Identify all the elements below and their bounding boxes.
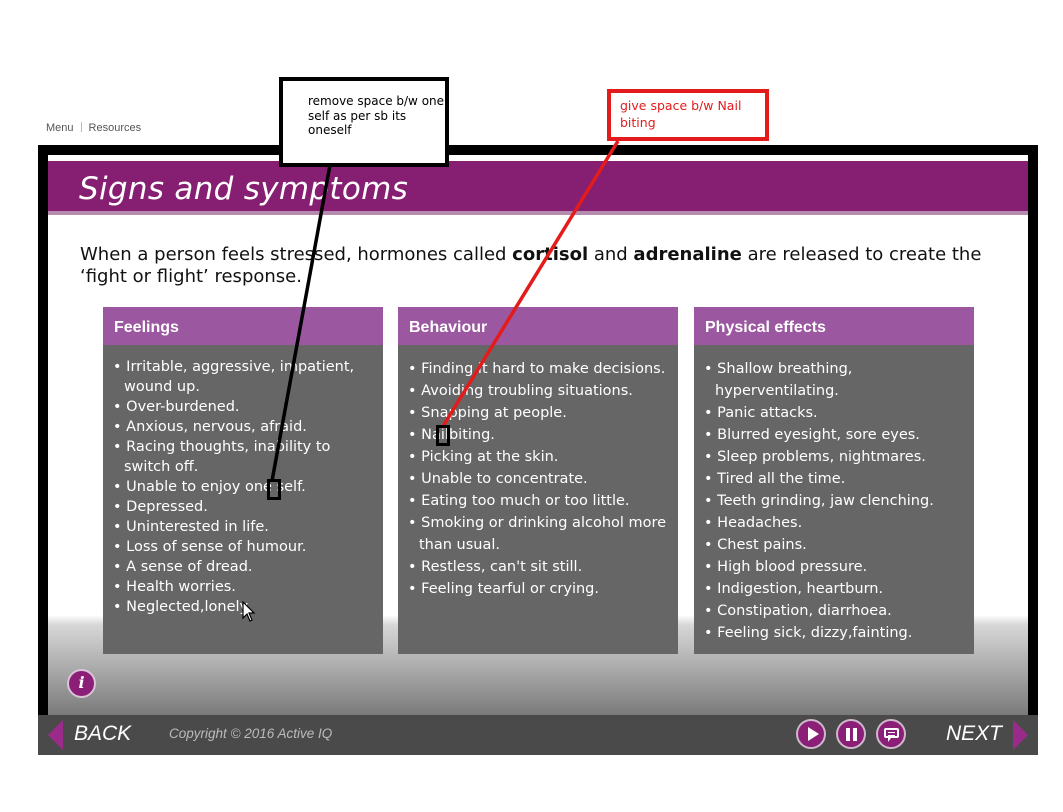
list-item: A sense of dread. [113,557,375,577]
top-nav: Menu Resources [46,122,141,134]
list-item: Snapping at people. [408,402,670,424]
list-item: Depressed. [113,497,375,517]
highlight-box-nailbiting [436,425,450,446]
list-item: Anxious, nervous, afraid. [113,417,375,437]
list-item: Eating too much or too little. [408,490,670,512]
list-item: Feeling sick, dizzy,fainting. [704,622,966,644]
list-item: Smoking or drinking alcohol more than us… [408,512,670,556]
adrenaline-term: adrenaline [633,244,742,265]
list-item: Teeth grinding, jaw clenching. [704,490,966,512]
list-item: Restless, can't sit still. [408,556,670,578]
list-item: Racing thoughts, inability to switch off… [113,437,375,477]
list-item: Shallow breathing, hyperventilating. [704,358,966,402]
behaviour-heading: Behaviour [398,307,678,345]
list-item: Panic attacks. [704,402,966,424]
list-item: Loss of sense of humour. [113,537,375,557]
back-arrow-icon[interactable] [48,720,63,750]
cortisol-term: cortisol [512,244,589,265]
physical-effects-heading: Physical effects [694,307,974,345]
list-item: Over-burdened. [113,397,375,417]
behaviour-panel: Behaviour Finding it hard to make decisi… [398,307,678,654]
list-item: Unable to enjoy one self. [113,477,375,497]
list-item: Health worries. [113,577,375,597]
next-arrow-icon[interactable] [1013,720,1028,750]
list-item: Unable to concentrate. [408,468,670,490]
list-item: Feeling tearful or crying. [408,578,670,600]
highlight-box-oneself [267,479,281,500]
physical-effects-list: Shallow breathing, hyperventilating.Pani… [694,345,974,644]
resources-link[interactable]: Resources [89,122,142,134]
list-item: Constipation, diarrhoea. [704,600,966,622]
intro-text: When a person feels stressed, hormones c… [80,244,982,287]
list-item: Finding it hard to make decisions. [408,358,670,380]
player-footer: BACK Copyright © 2016 Active IQ NEXT [38,715,1038,755]
list-item: Irritable, aggressive, impatient, wound … [113,357,375,397]
list-item: Uninterested in life. [113,517,375,537]
list-item: High blood pressure. [704,556,966,578]
play-icon[interactable] [796,719,826,749]
chat-bubble-icon [884,728,899,742]
list-item: Avoiding troubling situations. [408,380,670,402]
nav-divider [80,122,82,132]
feelings-list: Irritable, aggressive, impatient, wound … [103,345,383,617]
menu-link[interactable]: Menu [46,122,74,134]
list-item: Indigestion, heartburn. [704,578,966,600]
title-bar: Signs and symptoms [48,161,1028,215]
slide-stage: Signs and symptoms When a person feels s… [48,155,1028,715]
pause-icon[interactable] [836,719,866,749]
black-annotation-note: remove space b/w one self as per sb its … [279,77,449,167]
list-item: Headaches. [704,512,966,534]
list-item: Blurred eyesight, sore eyes. [704,424,966,446]
list-item: Sleep problems, nightmares. [704,446,966,468]
behaviour-list: Finding it hard to make decisions.Avoidi… [398,345,678,600]
course-player: Signs and symptoms When a person feels s… [38,145,1038,755]
physical-effects-panel: Physical effects Shallow breathing, hype… [694,307,974,654]
back-button[interactable]: BACK [74,722,131,746]
red-annotation-note: give space b/w Nail biting [607,89,769,141]
mouse-cursor-icon [242,601,256,622]
slide-title: Signs and symptoms [79,171,409,207]
list-item: Tired all the time. [704,468,966,490]
feelings-heading: Feelings [103,307,383,345]
chat-icon[interactable] [876,719,906,749]
list-item: Chest pains. [704,534,966,556]
info-button[interactable]: i [67,669,96,698]
copyright-text: Copyright © 2016 Active IQ [169,726,333,741]
list-item: Picking at the skin. [408,446,670,468]
next-button[interactable]: NEXT [946,722,1002,746]
